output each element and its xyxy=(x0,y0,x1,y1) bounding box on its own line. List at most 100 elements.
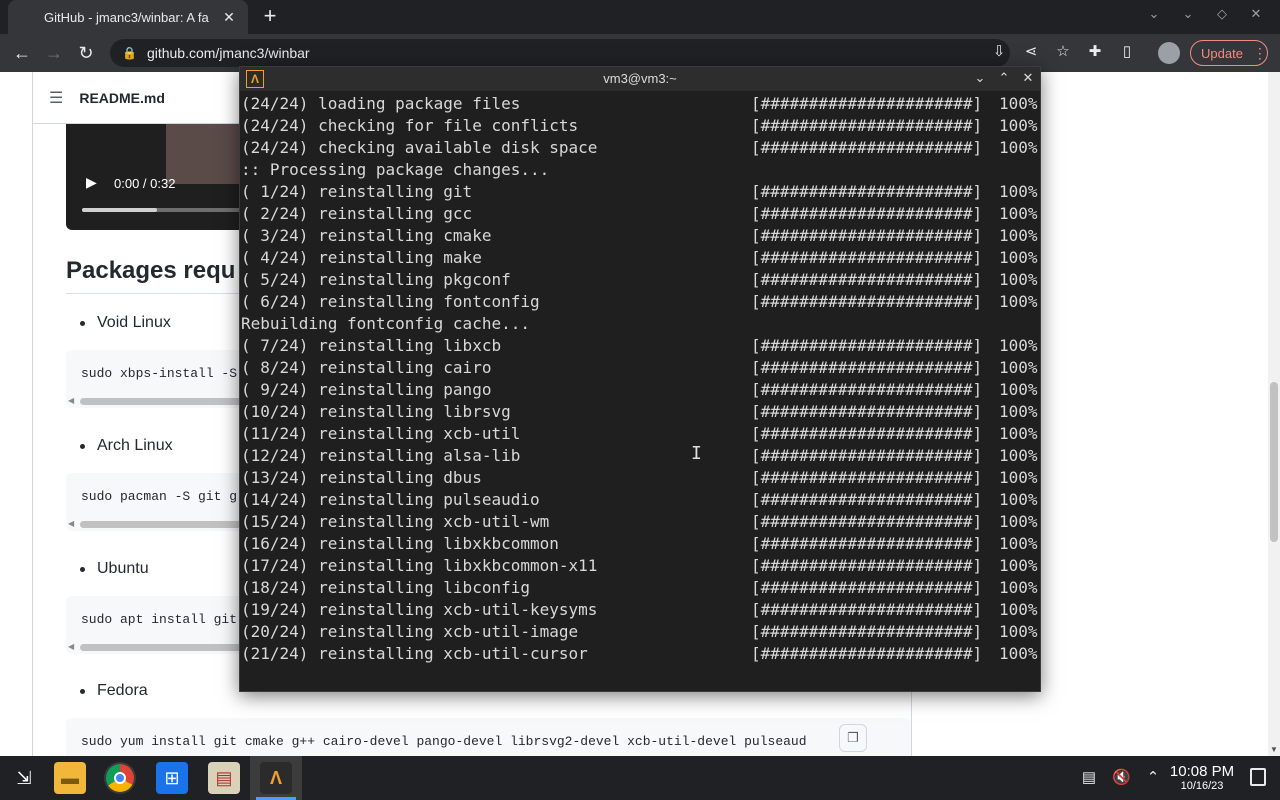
scroll-thumb[interactable] xyxy=(80,521,250,528)
profile-avatar[interactable] xyxy=(1158,42,1180,64)
terminal-line: ( 9/24) reinstalling pango [#############… xyxy=(241,379,1039,401)
distro-name: Ubuntu xyxy=(97,560,149,577)
progress-percent: 100% xyxy=(999,204,1038,223)
minimize-icon[interactable]: ⌄ xyxy=(1180,6,1196,22)
minimize-icon[interactable]: ⌄ xyxy=(974,70,986,86)
side-panel-icon[interactable]: ▯ xyxy=(1118,42,1136,60)
scroll-thumb[interactable] xyxy=(80,644,250,651)
progress-bar-text: [######################] xyxy=(751,358,983,377)
terminal-line-text: (13/24) reinstalling dbus xyxy=(241,468,482,487)
notifications-icon[interactable] xyxy=(1250,768,1266,786)
progress-percent: 100% xyxy=(999,358,1038,377)
terminal-line-text: (15/24) reinstalling xcb-util-wm xyxy=(241,512,550,531)
clock[interactable]: 10:08 PM 10/16/23 xyxy=(1166,763,1238,792)
copy-icon[interactable]: ❐ xyxy=(839,724,867,752)
terminal-line: ( 4/24) reinstalling make [##############… xyxy=(241,247,1039,269)
close-icon[interactable]: ✕ xyxy=(1022,70,1034,86)
terminal-line-text: (11/24) reinstalling xcb-util xyxy=(241,424,521,443)
install-app-icon[interactable]: ⇩ xyxy=(990,42,1008,60)
terminal-line-text: (24/24) loading package files xyxy=(241,94,521,113)
maximize-icon[interactable]: ⌃ xyxy=(998,70,1010,86)
terminal-line-text: ( 2/24) reinstalling gcc xyxy=(241,204,473,223)
progress-bar-text: [######################] xyxy=(751,226,983,245)
scroll-down-icon[interactable]: ▼ xyxy=(1270,745,1278,754)
url-text: github.com/jmanc3/winbar xyxy=(146,45,310,61)
lock-icon: 🔒 xyxy=(122,46,137,60)
progress-bar-text: [######################] xyxy=(751,380,983,399)
extensions-icon[interactable]: ✚ xyxy=(1086,42,1104,60)
terminal-controls: ⌄ ⌃ ✕ xyxy=(974,70,1034,86)
terminal-line: (24/24) checking for file conflicts [####… xyxy=(241,115,1039,137)
tab-search-icon[interactable]: ⌄ xyxy=(1146,6,1162,22)
update-button[interactable]: Update ⋮ xyxy=(1190,40,1268,66)
progress-bar-text: [######################] xyxy=(751,644,983,663)
progress-percent: 100% xyxy=(999,116,1038,135)
code-block: sudo yum install git cmake g++ cairo-dev… xyxy=(66,718,911,756)
bookmark-star-icon[interactable]: ☆ xyxy=(1054,42,1072,60)
volume-muted-icon[interactable]: 🔇 xyxy=(1112,768,1131,786)
progress-bar-text: [######################] xyxy=(751,600,983,619)
progress-percent: 100% xyxy=(999,270,1038,289)
alacritty-icon[interactable]: Λ xyxy=(260,762,292,794)
app-launcher-icon[interactable]: ⇲ xyxy=(8,762,40,794)
clock-date: 10/16/23 xyxy=(1180,780,1224,792)
terminal-line: :: Processing package changes... xyxy=(241,159,1039,181)
code-command: sudo xbps-install -S xyxy=(81,366,238,381)
scroll-thumb[interactable] xyxy=(80,398,250,405)
cards-app-icon[interactable]: ▤ xyxy=(208,762,240,794)
page-scrollbar[interactable]: ▼ xyxy=(1268,72,1280,756)
tab-close-icon[interactable]: ✕ xyxy=(220,9,238,26)
terminal-line: ( 3/24) reinstalling cmake [#############… xyxy=(241,225,1039,247)
terminal-line: (12/24) reinstalling alsa-lib [##########… xyxy=(241,445,1039,467)
progress-percent: 100% xyxy=(999,94,1038,113)
clipboard-icon[interactable]: ▤ xyxy=(1080,768,1098,786)
section-heading: Packages requ xyxy=(66,257,236,284)
back-icon[interactable]: ← xyxy=(10,41,34,65)
video-time: 0:00 / 0:32 xyxy=(114,176,176,191)
terminal-titlebar[interactable]: Λ vm3@vm3:~ ⌄ ⌃ ✕ xyxy=(240,67,1040,91)
progress-percent: 100% xyxy=(999,292,1038,311)
progress-bar-text: [######################] xyxy=(751,204,983,223)
progress-percent: 100% xyxy=(999,534,1038,553)
terminal-line-text: ( 7/24) reinstalling libxcb xyxy=(241,336,502,355)
progress-percent: 100% xyxy=(999,226,1038,245)
address-bar[interactable]: 🔒 github.com/jmanc3/winbar xyxy=(110,39,1010,67)
terminal-output[interactable]: (24/24) loading package files [##########… xyxy=(241,93,1039,691)
progress-percent: 100% xyxy=(999,644,1038,663)
progress-percent: 100% xyxy=(999,600,1038,619)
progress-bar-text: [######################] xyxy=(751,248,983,267)
terminal-window[interactable]: Λ vm3@vm3:~ ⌄ ⌃ ✕ (24/24) loading packag… xyxy=(239,66,1041,692)
scroll-left-icon[interactable]: ◀ xyxy=(68,519,74,528)
menu-dots-icon[interactable]: ⋮ xyxy=(1253,45,1267,62)
scroll-left-icon[interactable]: ◀ xyxy=(68,396,74,405)
progress-bar-text: [######################] xyxy=(751,402,983,421)
scroll-left-icon[interactable]: ◀ xyxy=(68,642,74,651)
terminal-line-text: ( 9/24) reinstalling pango xyxy=(241,380,492,399)
progress-bar-text: [######################] xyxy=(751,446,983,465)
progress-bar-text: [######################] xyxy=(751,270,983,289)
outline-list-icon[interactable]: ☰ xyxy=(49,88,63,108)
browser-tab[interactable]: GitHub - jmanc3/winbar: A fa ✕ xyxy=(8,0,248,34)
chrome-icon[interactable] xyxy=(104,762,136,794)
new-tab-button[interactable]: + xyxy=(258,4,282,28)
file-manager-icon[interactable]: ▬ xyxy=(54,762,86,794)
bullet xyxy=(80,320,85,326)
taskbar: ⇲ ▬ ⊞ ▤ Λ ▤ 🔇 ⌃ 10:08 PM 10/16/23 xyxy=(0,756,1280,800)
progress-bar-text: [######################] xyxy=(751,468,983,487)
chrome-core xyxy=(114,772,126,784)
terminal-line-text: ( 8/24) reinstalling cairo xyxy=(241,358,492,377)
tray-expand-icon[interactable]: ⌃ xyxy=(1144,768,1162,786)
progress-percent: 100% xyxy=(999,556,1038,575)
play-icon[interactable]: ▶ xyxy=(86,174,97,191)
terminal-line: (24/24) loading package files [##########… xyxy=(241,93,1039,115)
terminal-line-text: (21/24) reinstalling xcb-util-cursor xyxy=(241,644,588,663)
reload-icon[interactable]: ↻ xyxy=(74,41,98,65)
close-window-icon[interactable]: ✕ xyxy=(1248,6,1264,22)
terminal-line-text: (14/24) reinstalling pulseaudio xyxy=(241,490,540,509)
restore-icon[interactable]: ◇ xyxy=(1214,6,1230,22)
page-scroll-thumb[interactable] xyxy=(1270,382,1278,542)
share-icon[interactable]: ⋖ xyxy=(1022,42,1040,60)
forward-icon[interactable]: → xyxy=(42,41,66,65)
software-store-icon[interactable]: ⊞ xyxy=(156,762,188,794)
progress-percent: 100% xyxy=(999,380,1038,399)
